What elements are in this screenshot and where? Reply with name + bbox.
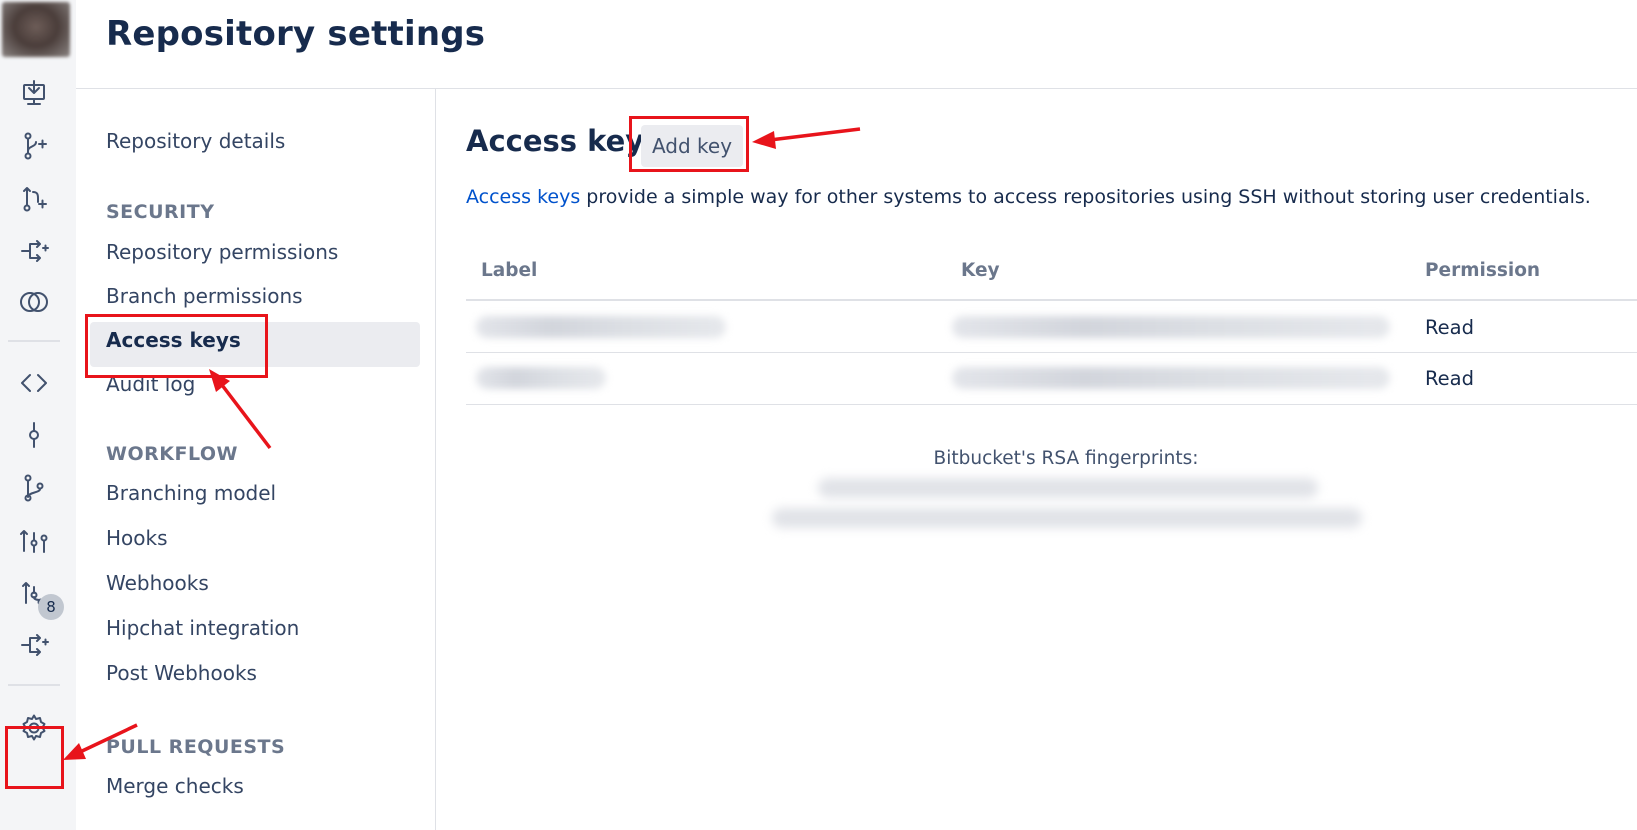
annotation-arrows bbox=[63, 127, 861, 760]
page: 8 Repository settings Repository details… bbox=[0, 0, 1637, 830]
